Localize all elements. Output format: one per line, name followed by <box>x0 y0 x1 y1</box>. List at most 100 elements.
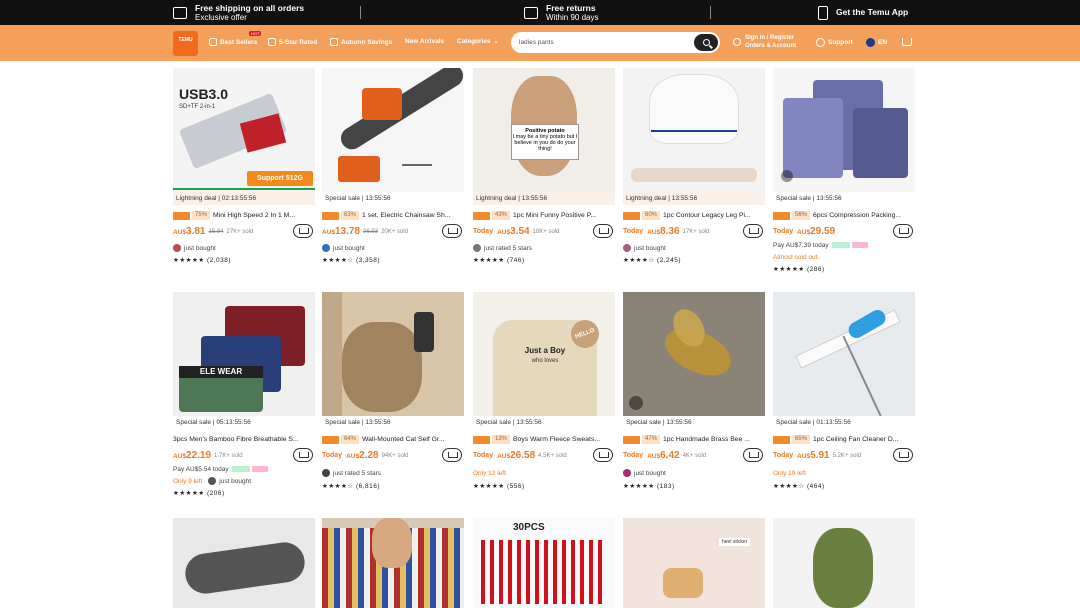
activity-text: just rated 5 stars <box>484 244 533 252</box>
progress-bar <box>173 188 315 190</box>
nav-categories[interactable]: Categories ⌄ <box>457 38 499 45</box>
add-to-cart-button[interactable] <box>743 224 763 238</box>
discount-badge: 13% <box>492 435 511 444</box>
product-title: 1pc Ceiling Fan Cleaner D... <box>813 436 899 443</box>
packing-cube-shape <box>853 108 908 178</box>
product-title: 3pcs Men's Bamboo Fibre Breathable S... <box>173 436 299 443</box>
product-title-row[interactable]: 3pcs Men's Bamboo Fibre Breathable S... <box>173 434 315 445</box>
price: 8.36 <box>660 226 680 237</box>
play-video-icon[interactable] <box>781 170 793 182</box>
get-app-banner[interactable]: Get the Temu App <box>818 0 908 25</box>
nav-label: Autumn Savings <box>341 38 393 46</box>
product-image[interactable] <box>173 518 315 608</box>
top-banner: Free shipping on all orders Exclusive off… <box>0 0 1080 25</box>
buyer-activity: just rated 5 stars <box>473 243 615 253</box>
product-title-row[interactable]: 63% 1 set, Electric Chainsaw Sh... <box>322 210 464 221</box>
nav-autumn-savings[interactable]: Autumn Savings <box>330 38 392 46</box>
potato-card: Positive potato I may be a tiny potato bu… <box>511 124 579 160</box>
deal-timer: Lightning deal | 13:55:56 <box>623 192 765 205</box>
product-image[interactable]: 30PCS <box>473 518 615 608</box>
product-title-row[interactable]: 13% Boys Warm Fleece Sweats... <box>473 434 615 445</box>
product-image[interactable] <box>322 292 464 420</box>
currency: AU$ <box>322 229 336 236</box>
product-title-row[interactable]: 43% 1pc Mini Funny Positive P... <box>473 210 615 221</box>
add-to-cart-button[interactable] <box>293 224 313 238</box>
cart-icon[interactable] <box>902 38 912 46</box>
add-to-cart-button[interactable] <box>743 448 763 462</box>
product-image[interactable] <box>773 68 915 196</box>
nav-five-star[interactable]: 5-Star Rated <box>268 38 317 46</box>
product-title-row[interactable]: 47% 1pc Handmade Brass Bee ... <box>623 434 765 445</box>
thumbs-up-icon <box>209 38 217 46</box>
product-image[interactable] <box>322 68 464 196</box>
nav-new-arrivals[interactable]: New Arrivals <box>405 38 444 45</box>
currency: AU$ <box>797 229 811 236</box>
search-bar <box>511 32 720 53</box>
product-image[interactable]: heel sticker <box>623 518 765 608</box>
product-image[interactable]: USB3.0 SD+TF 2-in-1 Support 512G <box>173 68 315 196</box>
add-to-cart-button[interactable] <box>893 224 913 238</box>
return-box-icon <box>524 6 538 19</box>
product-image[interactable]: ELE WEAR <box>173 292 315 420</box>
divider <box>360 6 361 19</box>
temu-logo[interactable]: TEMU <box>173 31 198 56</box>
product-image[interactable]: Just a Boy who loves HELLO <box>473 292 615 420</box>
old-price: 15.84 <box>208 228 224 235</box>
returns-text: Free returns <box>546 2 596 13</box>
product-title-row[interactable]: 75% Mini High Speed 2 In 1 M... <box>173 210 315 221</box>
account-menu[interactable]: Sign in / Register Orders & Account <box>733 34 796 50</box>
search-button[interactable] <box>694 34 718 51</box>
chevron-down-icon: ⌄ <box>493 39 499 45</box>
sold-count: 1.7K+ sold <box>214 452 243 459</box>
product-image[interactable] <box>322 518 464 608</box>
play-video-icon[interactable] <box>629 396 643 410</box>
add-to-cart-button[interactable] <box>593 448 613 462</box>
tool-shape <box>402 164 432 166</box>
add-to-cart-button[interactable] <box>293 448 313 462</box>
sold-count: 4K+ sold <box>682 452 707 459</box>
search-input[interactable] <box>519 36 689 49</box>
main-nav: TEMU Best Sellers HOT 5-Star Rated Autum… <box>0 25 1080 61</box>
waistband-label: ELE WEAR <box>179 366 263 378</box>
add-to-cart-button[interactable] <box>442 448 462 462</box>
product-image[interactable] <box>623 292 765 420</box>
today-label: Today <box>473 228 494 235</box>
price: 6.42 <box>660 450 680 461</box>
logo-text: TEMU <box>178 37 193 43</box>
add-to-cart-button[interactable] <box>893 448 913 462</box>
product-image[interactable] <box>773 292 915 420</box>
support-link[interactable]: Support <box>816 38 853 47</box>
product-image[interactable]: Positive potato I may be a tiny potato bu… <box>473 68 615 196</box>
product-title: 1 set, Electric Chainsaw Sh... <box>362 212 451 219</box>
rating: ★★★★★ (746) <box>473 257 525 264</box>
brush-shape <box>414 312 434 352</box>
add-to-cart-button[interactable] <box>442 224 462 238</box>
product-title: 1pc Mini Funny Positive P... <box>513 212 597 219</box>
product-title-row[interactable]: 56% 6pcs Compression Packing... <box>773 210 915 221</box>
card-body: I may be a tiny potato but I believe in … <box>512 134 578 152</box>
activity-text: just bought <box>634 244 666 252</box>
shirt-print-sub: who loves <box>531 358 559 364</box>
wall-corner-shape <box>322 292 342 420</box>
currency: AU$ <box>797 453 811 460</box>
hot-badge: HOT <box>249 31 262 36</box>
product-title-row[interactable]: 65% 1pc Ceiling Fan Cleaner D... <box>773 434 915 445</box>
discount-badge: 63% <box>341 211 360 220</box>
product-title: 1pc Handmade Brass Bee ... <box>663 436 750 443</box>
product-image[interactable] <box>623 68 765 196</box>
currency: AU$ <box>647 453 661 460</box>
installment-text: Pay AU$7.39 today <box>773 241 829 249</box>
product-title-row[interactable]: 60% 1pc Contour Legacy Leg Pi... <box>623 210 765 221</box>
language-selector[interactable]: EN <box>866 38 887 47</box>
best-seller-badge <box>773 211 790 220</box>
avatar <box>208 477 217 485</box>
sharpener-shape <box>362 88 402 120</box>
add-to-cart-button[interactable] <box>593 224 613 238</box>
product-title-row[interactable]: 64% Wall-Mounted Cat Self Gr... <box>322 434 464 445</box>
free-returns-banner[interactable]: Free returns Within 90 days <box>524 0 598 25</box>
product-image[interactable] <box>773 518 915 608</box>
nav-best-sellers[interactable]: Best Sellers <box>209 38 257 46</box>
deal-timer: Special sale | 05:13:55:56 <box>173 416 315 429</box>
free-shipping-banner[interactable]: Free shipping on all orders Exclusive off… <box>173 0 304 25</box>
discount-badge: 64% <box>341 435 360 444</box>
